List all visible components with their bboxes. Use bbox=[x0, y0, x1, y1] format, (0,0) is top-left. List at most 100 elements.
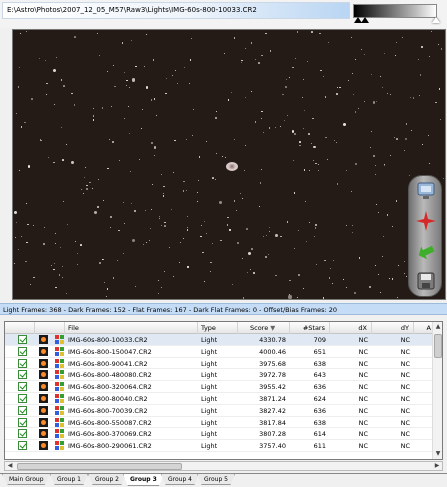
cell-score: 4000.46 bbox=[259, 347, 286, 356]
cell-file: IMG-60s-800-480080.CR2 bbox=[68, 371, 152, 380]
light-frame-grid-icon bbox=[55, 382, 64, 392]
row-checkbox[interactable] bbox=[18, 358, 27, 368]
cell-dy: NC bbox=[400, 383, 410, 392]
cell-file: IMG-60s-800-150047.CR2 bbox=[68, 347, 152, 356]
table-row[interactable]: IMG-60s-800-150047.CR2 Light 4000.46 651 NC N… bbox=[5, 346, 434, 358]
row-checkbox[interactable] bbox=[18, 346, 27, 356]
cell-stars: 709 bbox=[313, 336, 326, 344]
cell-type: Light bbox=[201, 359, 218, 368]
row-checkbox[interactable] bbox=[18, 382, 27, 392]
white-point-marker-icon[interactable] bbox=[432, 17, 440, 23]
cell-dx: NC bbox=[358, 430, 368, 439]
group-tabs: Main Group Group 1 Group 2 Group 3 Group 4 Gr… bbox=[0, 473, 447, 487]
row-checkbox[interactable] bbox=[18, 393, 27, 403]
table-row[interactable]: IMG-60s-800-320064.CR2 Light 3955.42 636 NC N… bbox=[5, 381, 434, 393]
scroll-right-icon[interactable]: ▶ bbox=[432, 462, 442, 470]
green-arrow-icon[interactable] bbox=[414, 239, 438, 263]
cell-type: Light bbox=[201, 336, 218, 344]
cell-dy: NC bbox=[400, 347, 410, 356]
vertical-scrollbar[interactable]: ▲ ▼ bbox=[432, 322, 442, 459]
file-path-label: E:\Astro\Photos\2007_12_05_M57\Raw3\Ligh… bbox=[2, 2, 350, 19]
cell-stars: 624 bbox=[313, 394, 326, 403]
row-checkbox[interactable] bbox=[18, 335, 27, 344]
horizontal-scroll-thumb[interactable] bbox=[17, 463, 182, 470]
cell-dy: NC bbox=[400, 406, 410, 415]
star-crosshair-icon[interactable] bbox=[414, 209, 438, 233]
tab-group-5[interactable]: Group 5 bbox=[197, 474, 235, 485]
tab-main-group[interactable]: Main Group bbox=[2, 474, 51, 485]
vertical-scroll-thumb[interactable] bbox=[434, 334, 442, 358]
light-frame-grid-icon bbox=[55, 358, 64, 368]
row-checkbox[interactable] bbox=[18, 417, 27, 427]
save-icon[interactable] bbox=[414, 269, 438, 293]
light-frame-grid-icon bbox=[55, 417, 64, 427]
horizontal-scrollbar[interactable]: ◀ ▶ bbox=[4, 461, 443, 471]
table-row[interactable]: IMG-60s-800-80040.CR2 Light 3871.24 624 NC NC bbox=[5, 393, 434, 405]
scroll-up-icon[interactable]: ▲ bbox=[434, 323, 442, 331]
row-checkbox[interactable] bbox=[18, 405, 27, 415]
cell-type: Light bbox=[201, 347, 218, 356]
cell-dx: NC bbox=[358, 442, 368, 451]
cell-score: 3827.42 bbox=[259, 406, 286, 415]
cell-stars: 636 bbox=[313, 406, 326, 415]
cell-type: Light bbox=[201, 442, 218, 451]
column-header-dx[interactable]: dX bbox=[330, 322, 372, 334]
cell-stars: 614 bbox=[313, 430, 326, 439]
table-row[interactable]: IMG-60s-800-290061.CR2 Light 3757.40 611 NC N… bbox=[5, 440, 434, 452]
row-checkbox[interactable] bbox=[18, 370, 27, 380]
light-frame-grid-icon bbox=[55, 346, 64, 356]
list-rows: IMG-60s-800-10033.CR2 Light 4330.78 709 NC NC… bbox=[5, 334, 434, 452]
table-row[interactable]: IMG-60s-800-550087.CR2 Light 3817.84 638 NC N… bbox=[5, 417, 434, 429]
light-frame-grid-icon bbox=[55, 429, 64, 439]
ring-nebula-object bbox=[226, 162, 238, 171]
cell-dx: NC bbox=[358, 359, 368, 368]
flat-frames-count: Flat Frames: 167 bbox=[132, 306, 187, 314]
tab-group-2[interactable]: Group 2 bbox=[88, 474, 126, 485]
cell-file: IMG-60s-800-90041.CR2 bbox=[68, 359, 148, 368]
table-row[interactable]: IMG-60s-800-370069.CR2 Light 3807.28 614 NC N… bbox=[5, 428, 434, 441]
column-header-icons[interactable] bbox=[35, 322, 65, 334]
tab-group-3[interactable]: Group 3 bbox=[123, 474, 164, 486]
table-row[interactable]: IMG-60s-800-70039.CR2 Light 3827.42 636 NC NC bbox=[5, 405, 434, 417]
cell-dy: NC bbox=[400, 394, 410, 403]
mid-point-marker-icon[interactable] bbox=[361, 17, 369, 23]
cell-dx: NC bbox=[358, 394, 368, 403]
tab-group-4[interactable]: Group 4 bbox=[161, 474, 199, 485]
column-header-more[interactable]: A bbox=[414, 322, 434, 334]
column-header-stars[interactable]: #Stars bbox=[290, 322, 330, 334]
cell-stars: 643 bbox=[313, 371, 326, 380]
cell-file: IMG-60s-800-70039.CR2 bbox=[68, 406, 148, 415]
star-frame-icon bbox=[39, 346, 48, 356]
scroll-left-icon[interactable]: ◀ bbox=[5, 462, 15, 470]
row-checkbox[interactable] bbox=[18, 441, 27, 451]
tab-group-1[interactable]: Group 1 bbox=[50, 474, 88, 485]
table-row[interactable]: IMG-60s-800-480080.CR2 Light 3972.78 643 NC N… bbox=[5, 369, 434, 382]
image-viewer[interactable] bbox=[12, 29, 446, 300]
cell-score: 3757.40 bbox=[259, 442, 286, 451]
sort-desc-icon: ▼ bbox=[270, 324, 276, 332]
column-header-check[interactable] bbox=[5, 322, 35, 334]
cell-type: Light bbox=[201, 394, 218, 403]
column-header-file[interactable]: File bbox=[65, 322, 198, 334]
cell-score: 3975.68 bbox=[259, 359, 286, 368]
star-frame-icon bbox=[39, 370, 48, 380]
cell-score: 4330.78 bbox=[259, 336, 286, 344]
star-frame-icon bbox=[39, 405, 48, 415]
monitor-icon[interactable] bbox=[414, 179, 438, 203]
column-header-dy[interactable]: dY bbox=[372, 322, 414, 334]
scroll-down-icon[interactable]: ▼ bbox=[434, 450, 442, 458]
cell-dx: NC bbox=[358, 383, 368, 392]
dark-flat-frames-count: Dark Flat Frames: 0 bbox=[193, 306, 257, 314]
column-header-score[interactable]: Score ▼ bbox=[238, 322, 290, 334]
levels-gradient-slider[interactable] bbox=[353, 4, 437, 18]
cell-type: Light bbox=[201, 430, 218, 439]
cell-file: IMG-60s-800-550087.CR2 bbox=[68, 418, 152, 427]
row-checkbox[interactable] bbox=[18, 429, 27, 439]
star-frame-icon bbox=[39, 382, 48, 392]
column-header-type[interactable]: Type bbox=[198, 322, 238, 334]
star-frame-icon bbox=[39, 417, 48, 427]
cell-score: 3807.28 bbox=[259, 430, 286, 439]
table-row[interactable]: IMG-60s-800-10033.CR2 Light 4330.78 709 NC NC bbox=[5, 334, 434, 346]
file-list[interactable]: File Type Score ▼ #Stars dX dY A IMG-60s… bbox=[4, 321, 443, 460]
table-row[interactable]: IMG-60s-800-90041.CR2 Light 3975.68 638 NC NC bbox=[5, 358, 434, 370]
